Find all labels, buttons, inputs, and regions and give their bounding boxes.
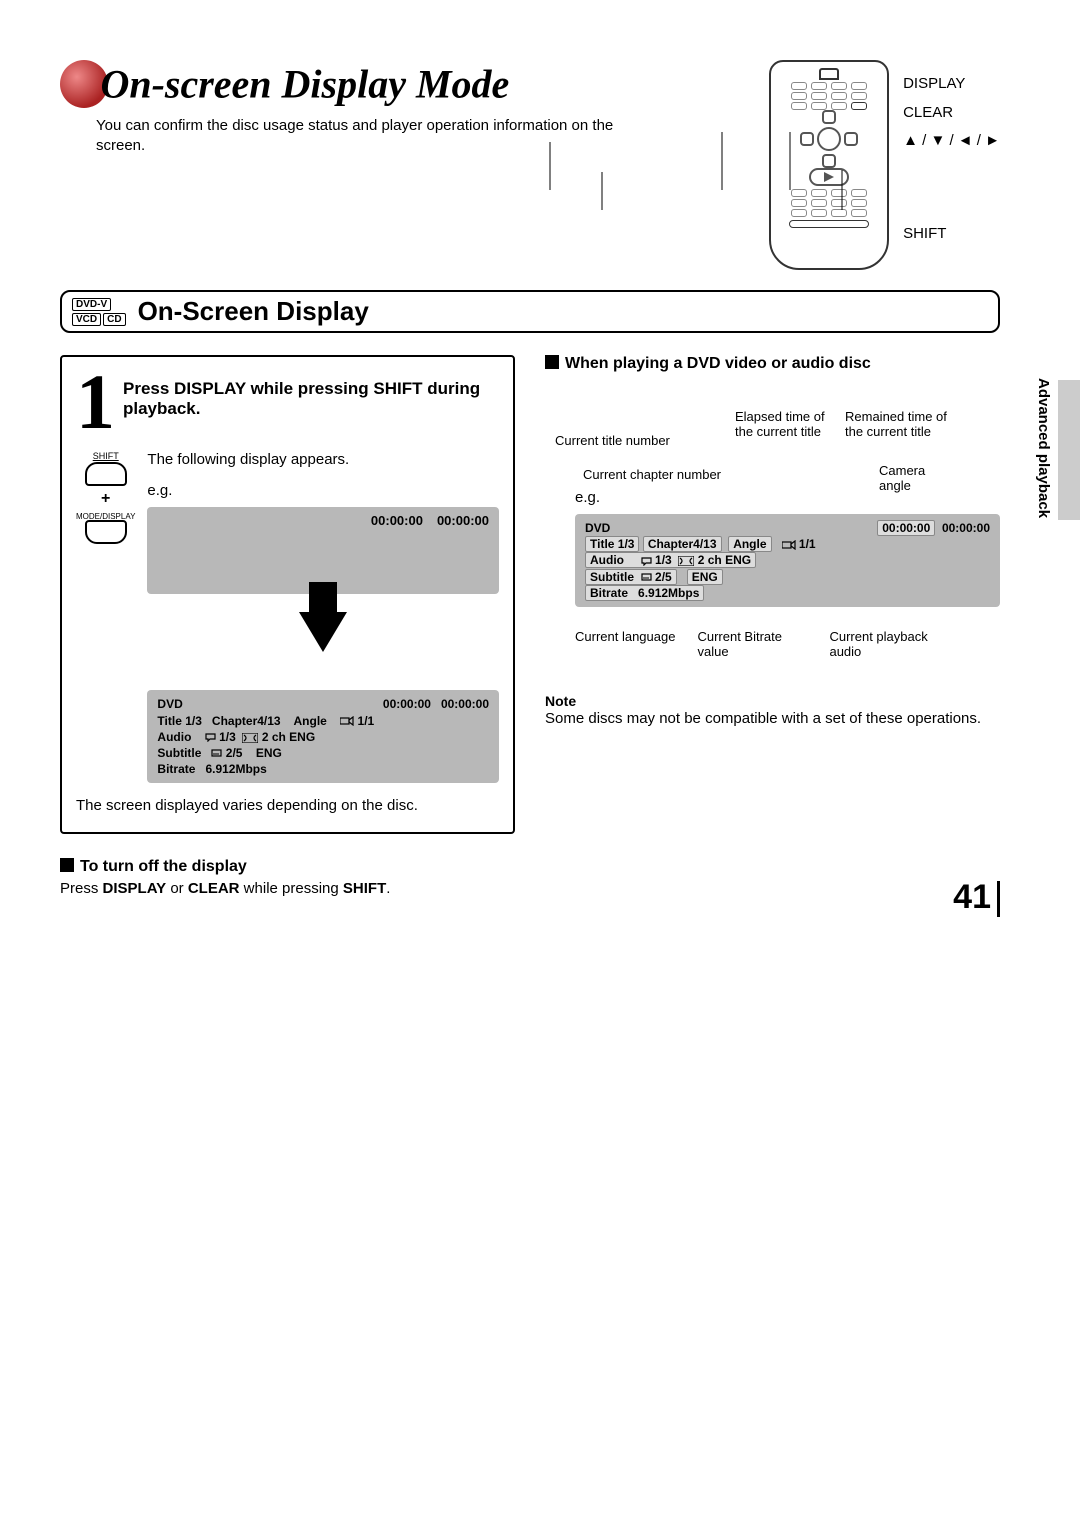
osd-initial-time-a: 00:00:00 (371, 513, 423, 528)
subtitle-icon (641, 573, 652, 582)
eg-label-right: e.g. (575, 489, 1000, 506)
osd-sub-val-right: 2/5 (655, 570, 672, 584)
osd-disc-left: DVD (157, 696, 182, 712)
callout-remaining: Remained time of the current title (845, 409, 955, 439)
section-title: On-Screen Display (138, 296, 369, 327)
osd-sub-lang-right: ENG (687, 569, 723, 585)
remote-diagram (769, 60, 889, 270)
side-tab (1058, 380, 1080, 520)
step-number: 1 (76, 371, 115, 433)
dolby-icon (242, 733, 258, 743)
note-heading: Note (545, 693, 1000, 709)
step-heading: Press DISPLAY while pressing SHIFT durin… (76, 371, 499, 419)
shift-display-buttons-diagram: SHIFT + MODE/DISPLAY (76, 451, 135, 544)
osd-angle-label-left: Angle (294, 714, 327, 728)
dolby-icon (678, 556, 694, 566)
osd-audio-label-right: Audio (590, 553, 624, 567)
callouts-above: Current title number Current chapter num… (545, 383, 1000, 483)
osd-elapsed-right: 00:00:00 (877, 520, 935, 536)
page-title: On-screen Display Mode (100, 62, 509, 107)
osd-audio-desc-left: 2 ch ENG (262, 730, 315, 744)
tag-dvdv: DVD-V (72, 298, 111, 311)
eg-label-left: e.g. (147, 482, 499, 499)
step-1-box: 1 Press DISPLAY while pressing SHIFT dur… (60, 355, 515, 834)
osd-full-box-left: DVD 00:00:00 00:00:00 Title 1/3 Chapter4… (147, 690, 499, 783)
arrow-down-icon (299, 612, 347, 652)
osd-remaining-left: 00:00:00 (441, 697, 489, 711)
osd-initial-box: 00:00:00 00:00:00 (147, 507, 499, 594)
osd-audio-label-left: Audio (157, 730, 191, 744)
remote-label-clear: CLEAR (903, 99, 1000, 128)
remote-label-arrows: ▲ / ▼ / ◄ / ► (903, 127, 1000, 156)
right-heading: When playing a DVD video or audio disc (565, 355, 871, 372)
osd-angle-val-right: 1/1 (799, 537, 816, 551)
osd-elapsed-left: 00:00:00 (383, 697, 431, 711)
osd-sub-val-left: 2/5 (226, 746, 243, 760)
osd-sub-lang-left: ENG (256, 746, 282, 760)
osd-audio-desc-right: 2 ch ENG (698, 553, 751, 567)
osd-initial-time-b: 00:00:00 (437, 513, 489, 528)
page-number: 41 (953, 878, 1000, 917)
dialog-icon (205, 733, 216, 742)
remote-label-shift: SHIFT (903, 220, 1000, 249)
osd-bitrate-val-left: 6.912Mbps (205, 762, 266, 776)
osd-angle-label-right: Angle (733, 537, 766, 551)
following-display-text: The following display appears. (147, 451, 499, 468)
subtitle-icon (211, 749, 222, 758)
callouts-below: Current language Current Bitrate value C… (545, 629, 1000, 659)
osd-full-box-right: DVD 00:00:00 00:00:00 Title 1/3 Chapter4… (575, 514, 1000, 607)
callout-bitrate: Current Bitrate value (697, 629, 807, 659)
osd-bitrate-val-right: 6.912Mbps (638, 586, 699, 600)
osd-chapter-right: Chapter4/13 (643, 536, 722, 552)
osd-remaining-right: 00:00:00 (942, 521, 990, 535)
osd-chapter-left: Chapter4/13 (212, 714, 281, 728)
callout-chapter-num: Current chapter number (583, 467, 721, 482)
turn-off-body: Press DISPLAY or CLEAR while pressing SH… (60, 880, 515, 897)
osd-sub-label-right: Subtitle (590, 570, 634, 584)
osd-bitrate-label-left: Bitrate (157, 762, 195, 776)
mode-display-label: MODE/DISPLAY (76, 512, 135, 521)
tag-cd: CD (103, 313, 125, 326)
callout-elapsed: Elapsed time of the current title (735, 409, 835, 439)
camera-icon (340, 716, 354, 726)
square-bullet-icon (545, 355, 559, 369)
osd-title-left: Title 1/3 (157, 714, 201, 728)
square-bullet-icon (60, 858, 74, 872)
shift-label-small: SHIFT (76, 451, 135, 461)
dialog-icon (641, 557, 652, 566)
callout-title-num: Current title number (555, 433, 670, 448)
osd-sub-label-left: Subtitle (157, 746, 201, 760)
osd-title-right: Title 1/3 (585, 536, 639, 552)
note-body: Some discs may not be compatible with a … (545, 709, 1000, 729)
tag-vcd: VCD (72, 313, 101, 326)
camera-icon (782, 540, 796, 550)
remote-label-display: DISPLAY (903, 70, 1000, 99)
osd-audio-val-right: 1/3 (655, 553, 672, 567)
section-header: DVD-V VCDCD On-Screen Display (60, 290, 1000, 333)
side-section-label: Advanced playback (1035, 378, 1052, 518)
osd-angle-val-left: 1/1 (358, 714, 375, 728)
page-subtitle: You can confirm the disc usage status an… (96, 116, 616, 157)
osd-disc-right: DVD (585, 520, 610, 536)
osd-audio-val-left: 1/3 (219, 730, 236, 744)
osd-bitrate-label-right: Bitrate (590, 586, 628, 600)
callout-playback-audio: Current playback audio (829, 629, 939, 659)
step-footer-note: The screen displayed varies depending on… (76, 797, 499, 814)
turn-off-heading: To turn off the display (80, 858, 247, 875)
callout-language: Current language (575, 629, 675, 659)
